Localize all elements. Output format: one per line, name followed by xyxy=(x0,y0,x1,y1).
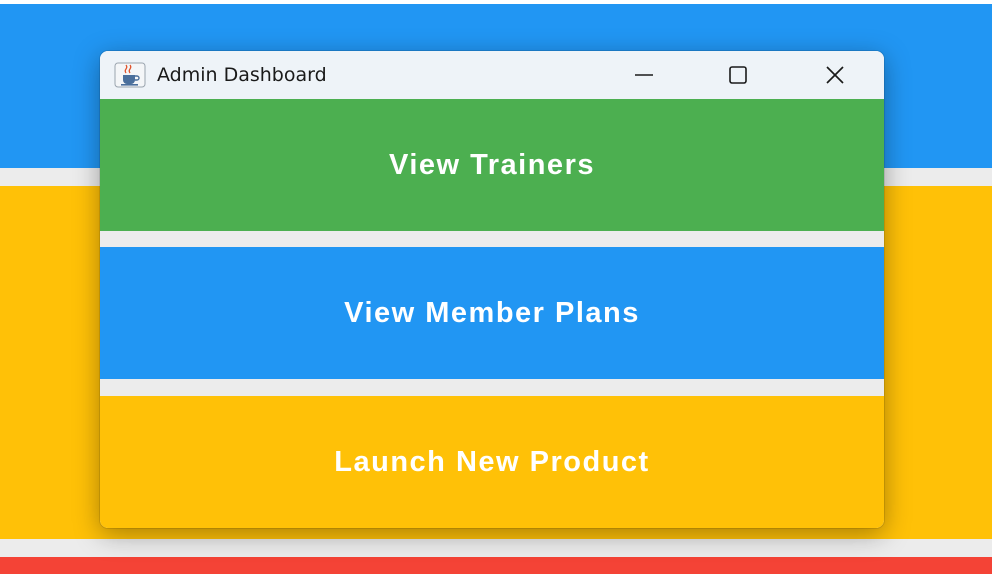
minimize-icon xyxy=(635,74,653,76)
background-red-band xyxy=(0,557,992,574)
window-title: Admin Dashboard xyxy=(157,64,327,86)
background-divider xyxy=(0,539,992,557)
admin-dashboard-window: Admin Dashboard View Trainers View Membe… xyxy=(100,51,884,528)
title-bar[interactable]: Admin Dashboard xyxy=(100,51,884,99)
minimize-button[interactable] xyxy=(597,51,691,99)
maximize-icon xyxy=(729,66,747,84)
launch-new-product-button[interactable]: Launch New Product xyxy=(100,396,884,528)
view-member-plans-button[interactable]: View Member Plans xyxy=(100,247,884,379)
maximize-button[interactable] xyxy=(691,51,785,99)
close-icon xyxy=(826,66,844,84)
java-cup-icon xyxy=(114,62,146,88)
view-trainers-button[interactable]: View Trainers xyxy=(100,99,884,231)
close-button[interactable] xyxy=(788,51,882,99)
